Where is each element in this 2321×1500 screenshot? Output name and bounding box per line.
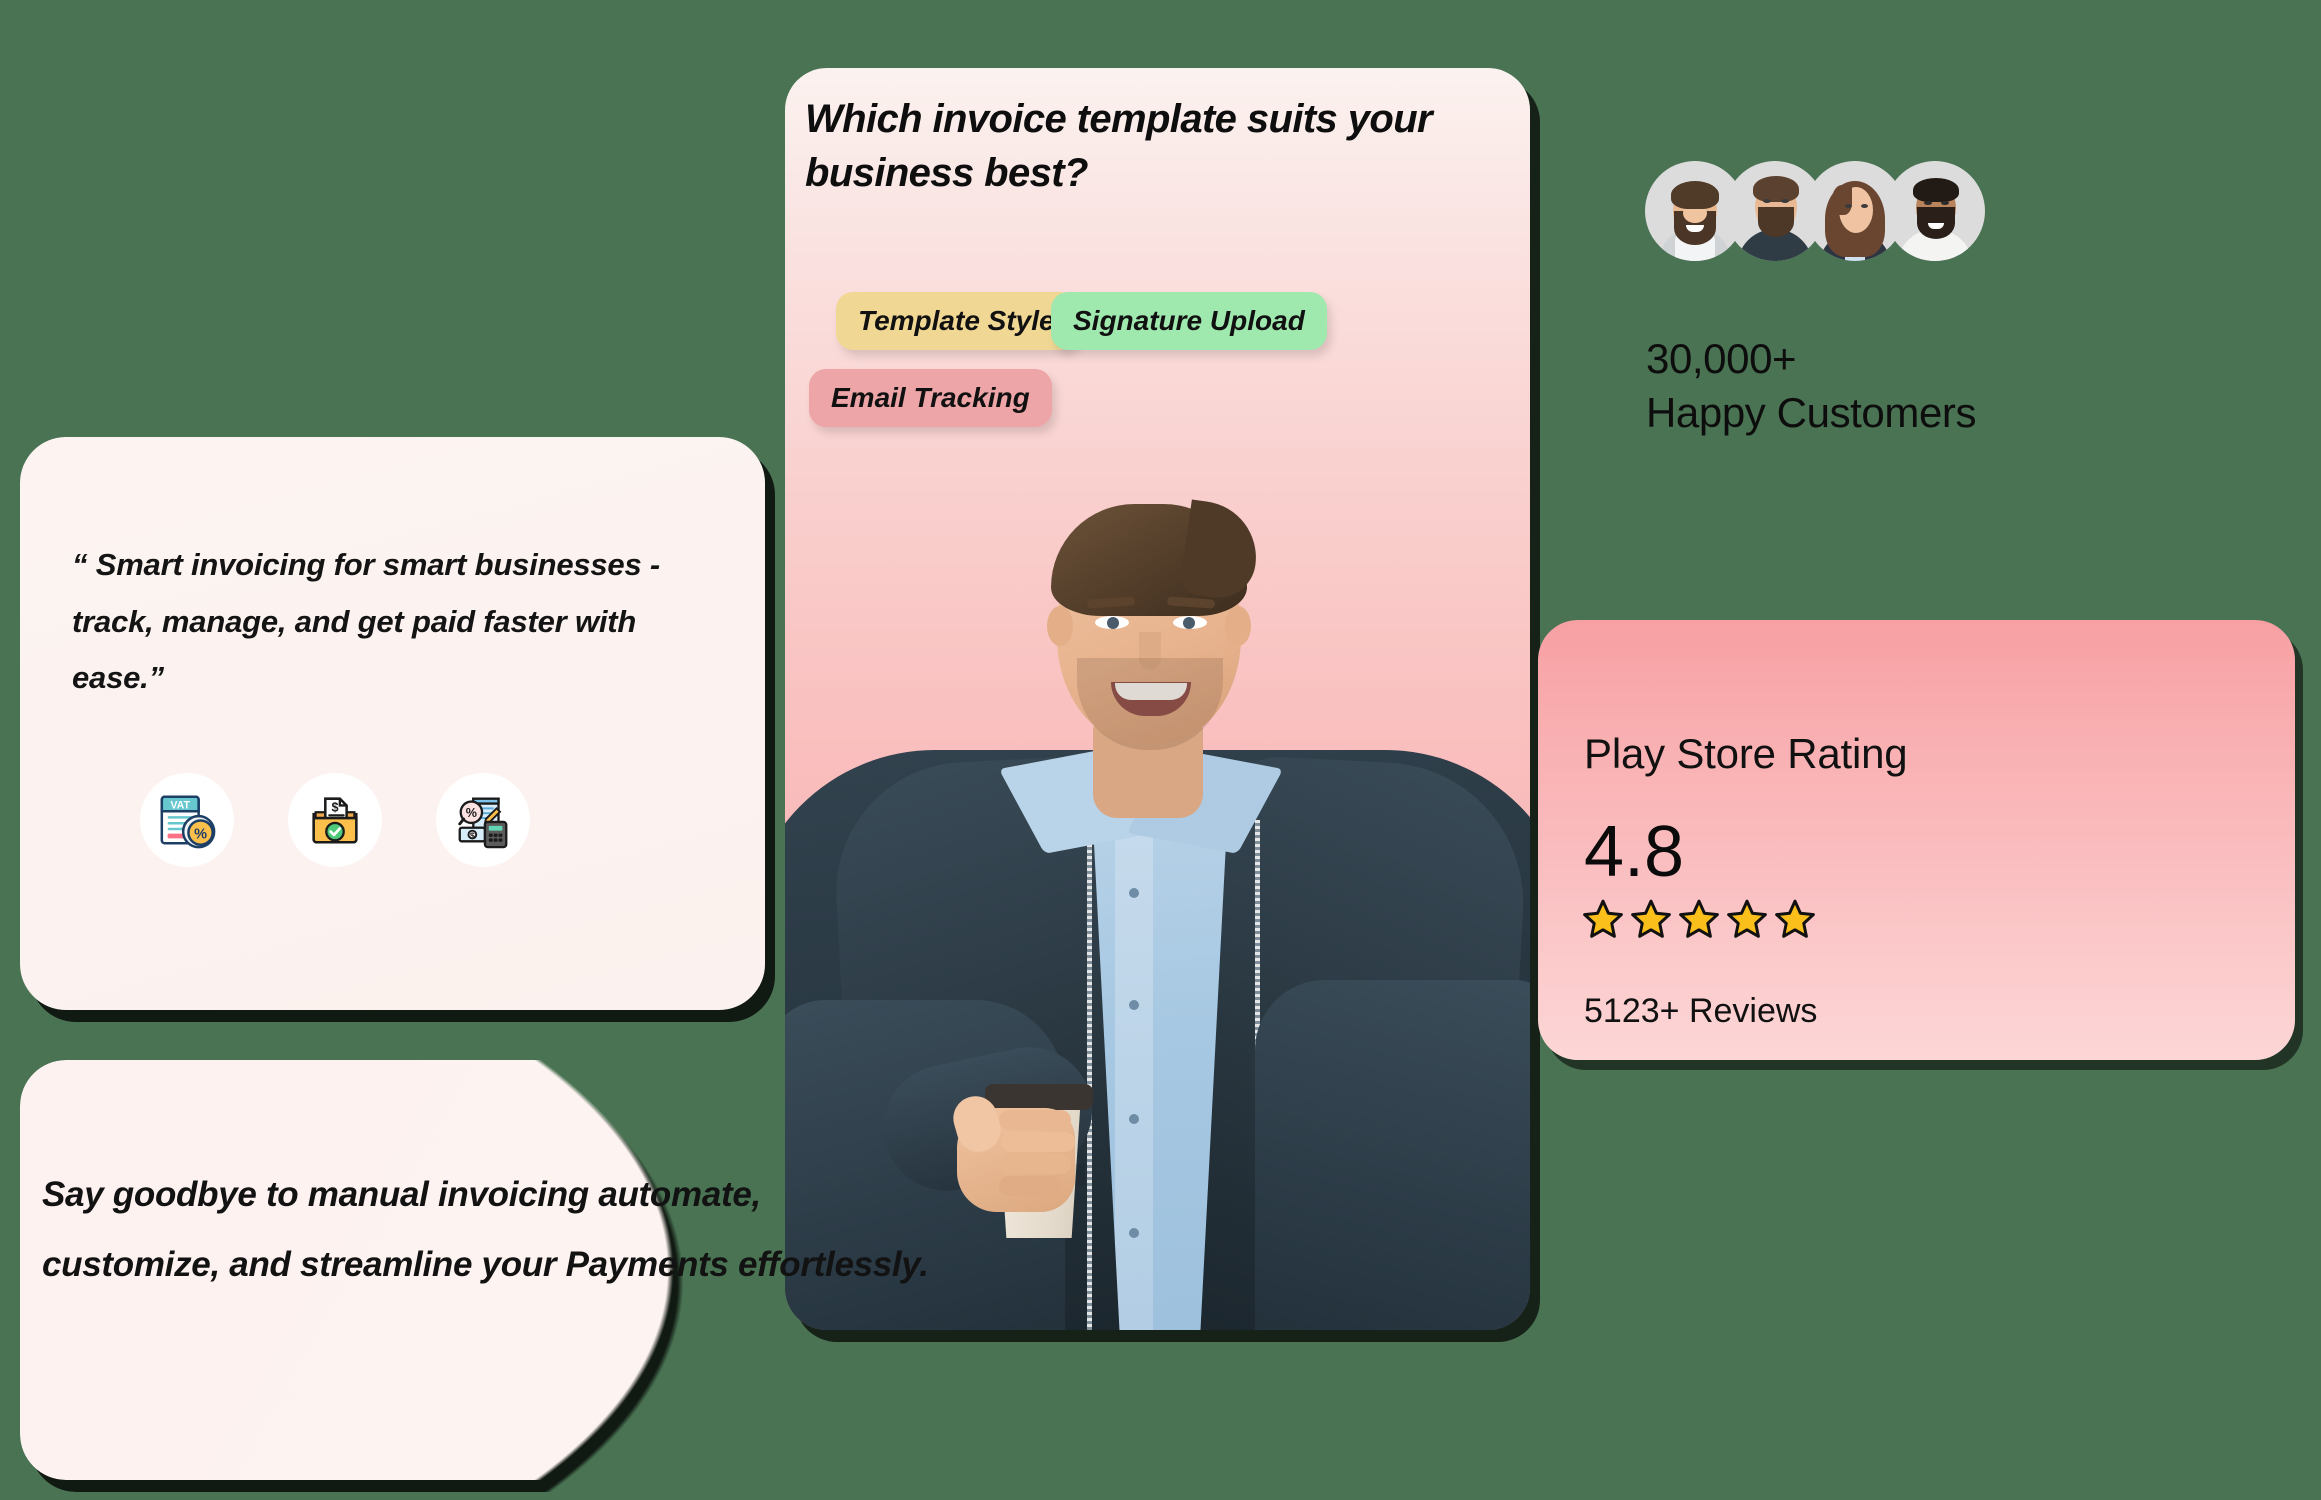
svg-text:%: % bbox=[466, 806, 477, 820]
svg-text:VAT: VAT bbox=[170, 799, 190, 811]
star-icon bbox=[1727, 899, 1767, 938]
chip-signature-upload[interactable]: Signature Upload bbox=[1051, 292, 1327, 350]
chip-template-style[interactable]: Template Style bbox=[836, 292, 1077, 350]
tagline-text: Say goodbye to manual invoicing automate… bbox=[42, 1175, 929, 1284]
rating-value: 4.8 bbox=[1584, 812, 1685, 892]
quote-card: “ Smart invoicing for smart businesses -… bbox=[20, 437, 765, 1010]
avatar-4 bbox=[1885, 161, 1985, 261]
quote-text: “ Smart invoicing for smart businesses -… bbox=[72, 547, 661, 696]
customers-label: Happy Customers bbox=[1646, 388, 1977, 436]
star-icon bbox=[1583, 899, 1623, 938]
vat-document-icon: VAT % bbox=[140, 773, 234, 867]
happy-customers-stat: 30,000+ Happy Customers bbox=[1646, 332, 2286, 440]
star-icon bbox=[1775, 899, 1815, 938]
star-icon bbox=[1679, 899, 1719, 938]
tax-calculator-icon: % $ bbox=[436, 773, 530, 867]
rating-stars bbox=[1582, 898, 1816, 940]
svg-text:%: % bbox=[194, 826, 207, 842]
reviews-count: 5123+ Reviews bbox=[1584, 992, 1818, 1030]
hero-question-text: Which invoice template suits your busine… bbox=[805, 97, 1433, 195]
feature-icon-row: VAT % $ % $ bbox=[140, 773, 530, 867]
invoice-folder-approved-icon: $ bbox=[288, 773, 382, 867]
marketing-hero-collage: “ Smart invoicing for smart businesses -… bbox=[0, 0, 2321, 1500]
play-store-rating-card: Play Store Rating 4.8 5123+ Reviews bbox=[1538, 620, 2295, 1060]
chip-email-tracking[interactable]: Email Tracking bbox=[809, 369, 1052, 427]
svg-text:$: $ bbox=[332, 800, 339, 814]
star-icon bbox=[1631, 899, 1671, 938]
customers-count: 30,000+ bbox=[1646, 335, 1797, 382]
svg-text:$: $ bbox=[470, 830, 475, 840]
rating-title: Play Store Rating bbox=[1584, 730, 1908, 777]
